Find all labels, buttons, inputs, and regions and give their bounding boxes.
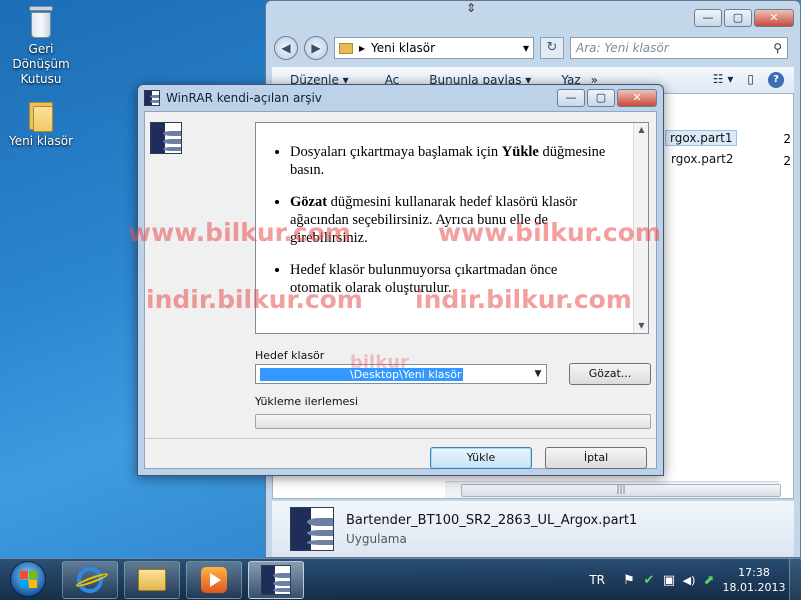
view-options-button[interactable]: ☷ ▾	[713, 72, 734, 88]
windows-logo-icon	[10, 561, 46, 597]
clock-date: 18.01.2013	[722, 581, 786, 594]
dialog-title: WinRAR kendi-açılan arşiv	[166, 91, 322, 105]
file-item[interactable]: rgox.part1	[665, 130, 738, 146]
action-center-flag-icon[interactable]: ⚑	[619, 573, 639, 588]
address-separator-icon: ▸	[359, 41, 366, 55]
file-size: 2	[783, 154, 791, 168]
update-icon[interactable]: ⬈	[699, 573, 719, 588]
preview-pane-button[interactable]: ▯	[747, 72, 754, 88]
chevron-down-icon[interactable]: ▼	[530, 369, 546, 379]
winrar-sfx-icon	[261, 565, 291, 595]
network-icon[interactable]: ▣	[659, 573, 679, 588]
folder-icon	[27, 98, 55, 132]
address-dropdown-icon[interactable]: ▾	[523, 41, 533, 55]
maximize-button[interactable]: ▢	[587, 89, 615, 107]
winrar-sfx-icon	[290, 507, 334, 551]
details-filetype: Uygulama	[346, 531, 407, 546]
horizontal-scrollbar[interactable]: |||	[445, 481, 781, 498]
taskbar-winrar-sfx[interactable]	[248, 561, 304, 599]
help-button[interactable]: ?	[768, 72, 784, 88]
taskbar-media-player[interactable]	[186, 561, 242, 599]
taskbar-windows-explorer[interactable]	[124, 561, 180, 599]
language-indicator[interactable]: TR	[589, 573, 605, 587]
watermark: www.bilkur.com	[128, 218, 351, 247]
winrar-sfx-dialog: WinRAR kendi-açılan arşiv — ▢ ✕ Dosyalar…	[137, 84, 664, 476]
clock[interactable]: 17:38 18.01.2013	[719, 565, 789, 595]
progress-label: Yükleme ilerlemesi	[255, 395, 359, 408]
start-button[interactable]	[4, 561, 52, 599]
address-bar[interactable]: ▸ Yeni klasör ▾	[334, 37, 534, 59]
search-placeholder: Ara: Yeni klasör	[576, 41, 669, 55]
desktop-icon-label: Geri Dönüşüm Kutusu	[12, 42, 70, 86]
taskbar-internet-explorer[interactable]	[62, 561, 118, 599]
info-item: Dosyaları çıkartmaya başlamak için Yükle…	[290, 143, 610, 179]
search-icon: ⚲	[773, 41, 782, 55]
security-check-icon[interactable]: ✔	[639, 573, 659, 588]
system-tray: TR ⚑ ✔ ▣ ◀) ⬈ 17:38 18.01.2013	[589, 559, 801, 600]
scroll-down-icon[interactable]: ▼	[634, 319, 649, 333]
forward-button[interactable]: ▶	[304, 36, 328, 60]
watermark: indir.bilkur.com	[415, 285, 632, 314]
watermark: www.bilkur.com	[438, 218, 661, 247]
watermark: bilkur	[350, 352, 409, 373]
watermark: indir.bilkur.com	[146, 285, 363, 314]
mouse-cursor-icon: ⇕	[466, 1, 477, 15]
file-name: rgox.part2	[671, 152, 734, 166]
internet-explorer-icon	[74, 567, 110, 593]
maximize-button[interactable]: ▢	[724, 9, 752, 27]
destination-label: Hedef klasör	[255, 349, 325, 362]
library-folder-icon	[138, 569, 166, 591]
desktop-icon-label: Yeni klasör	[8, 134, 74, 148]
details-pane: Bartender_BT100_SR2_2863_UL_Argox.part1 …	[272, 501, 794, 557]
address-text: Yeni klasör	[371, 41, 436, 55]
install-progress-bar	[255, 414, 651, 429]
minimize-button[interactable]: —	[557, 89, 585, 107]
scrollbar-thumb[interactable]: |||	[461, 483, 781, 497]
recycle-bin-icon	[26, 4, 56, 40]
search-input[interactable]: Ara: Yeni klasör ⚲	[570, 37, 788, 59]
desktop-icon-recycle-bin[interactable]: Geri Dönüşüm Kutusu	[1, 4, 81, 87]
back-button[interactable]: ◀	[274, 36, 298, 60]
browse-button[interactable]: Gözat...	[569, 363, 651, 385]
refresh-button[interactable]: ↻	[540, 37, 564, 59]
install-button[interactable]: Yükle	[430, 447, 532, 469]
desktop-icon-new-folder[interactable]: Yeni klasör	[1, 98, 81, 149]
folder-icon	[339, 42, 353, 54]
taskbar: TR ⚑ ✔ ▣ ◀) ⬈ 17:38 18.01.2013	[0, 558, 801, 600]
volume-icon[interactable]: ◀)	[679, 574, 699, 587]
cancel-button[interactable]: İptal	[545, 447, 647, 469]
details-filename: Bartender_BT100_SR2_2863_UL_Argox.part1	[346, 512, 638, 528]
file-item[interactable]: rgox.part2	[671, 152, 733, 166]
close-button[interactable]: ✕	[754, 9, 794, 27]
winrar-app-icon	[144, 90, 160, 106]
file-name: rgox.part1	[670, 131, 733, 145]
scroll-up-icon[interactable]: ▲	[634, 123, 649, 137]
media-player-icon	[201, 567, 227, 593]
file-size: 2	[783, 132, 791, 146]
minimize-button[interactable]: —	[694, 9, 722, 27]
winrar-logo-icon	[150, 122, 182, 154]
button-bar: Yükle İptal	[145, 439, 656, 469]
show-desktop-button[interactable]	[789, 559, 801, 600]
close-button[interactable]: ✕	[617, 89, 657, 107]
clock-time: 17:38	[738, 566, 770, 579]
